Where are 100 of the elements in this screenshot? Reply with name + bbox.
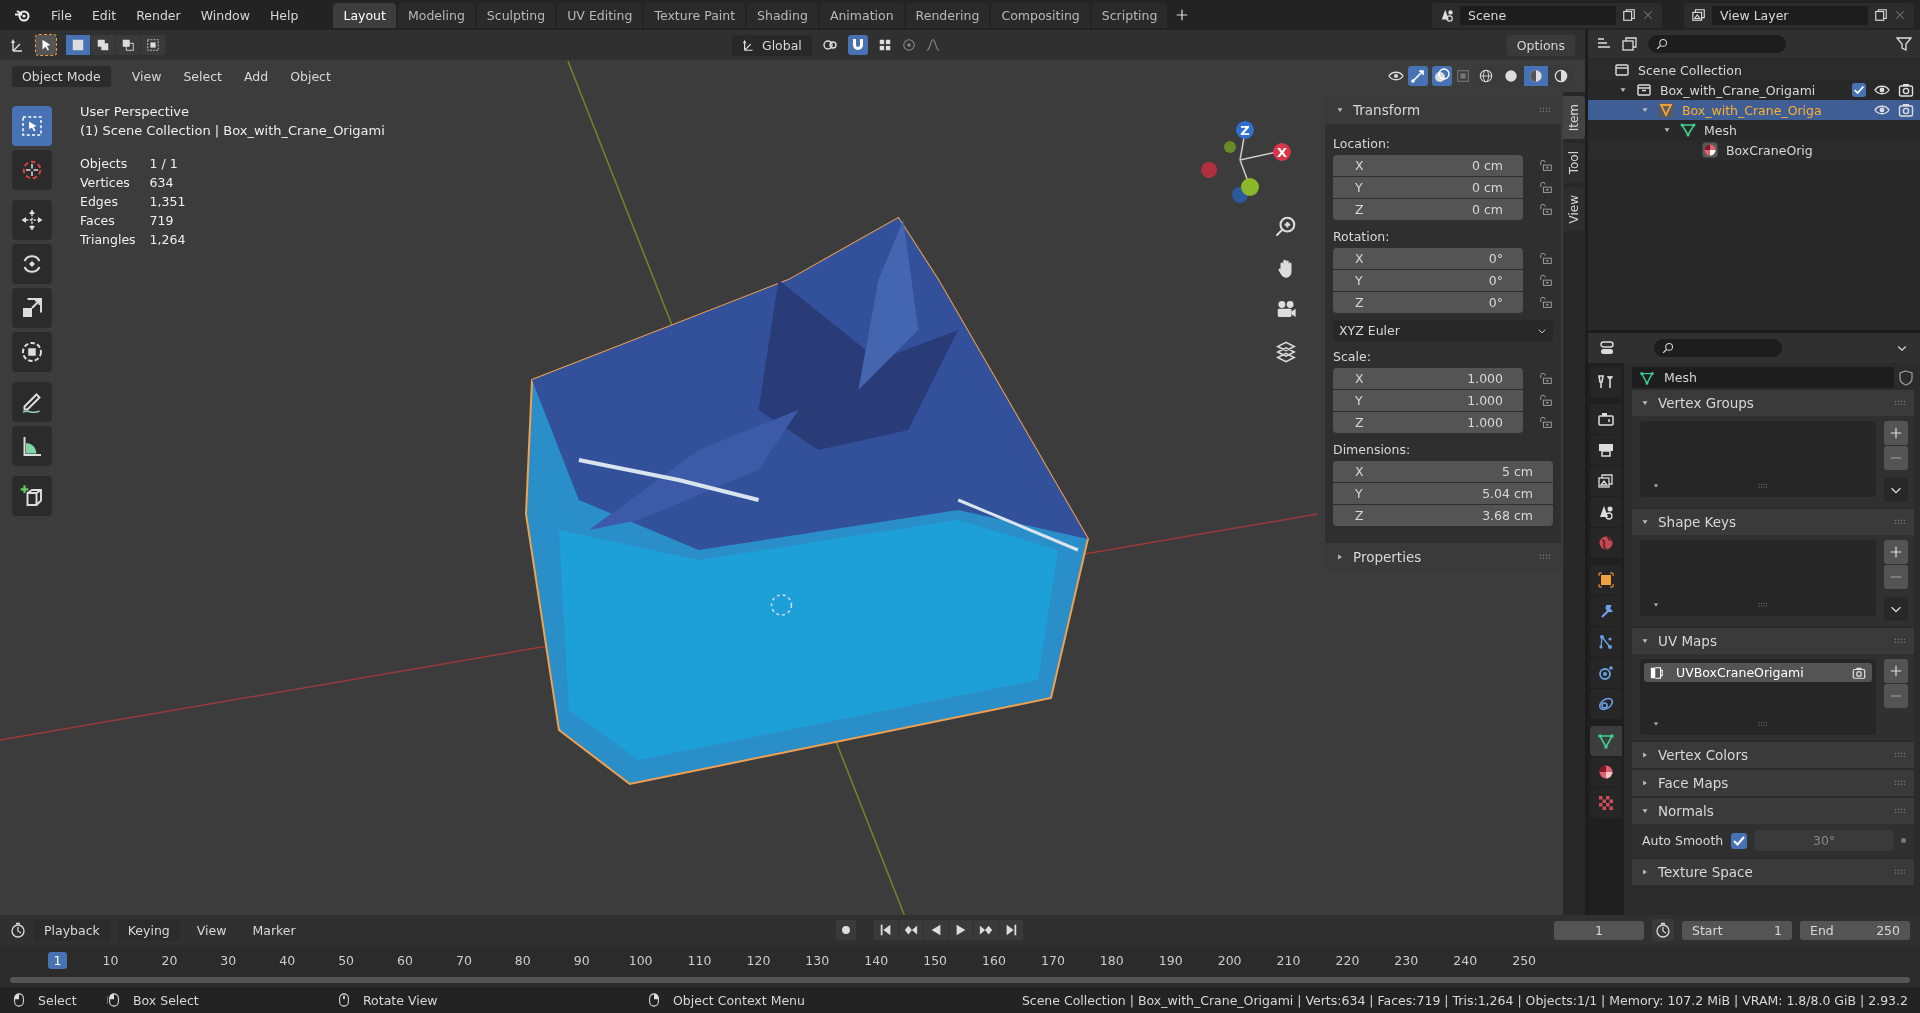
crosshair-icon[interactable] xyxy=(12,150,52,190)
current-frame-field[interactable]: 1 xyxy=(1554,920,1644,940)
checkbox[interactable] xyxy=(1852,83,1866,97)
logo-icon[interactable] xyxy=(14,7,30,23)
sidebar-tab[interactable]: Item xyxy=(1563,96,1585,140)
panel-header[interactable]: Properties xyxy=(1325,543,1561,571)
cursor-tool-icon[interactable] xyxy=(36,35,56,55)
workspace-tab[interactable]: Compositing xyxy=(991,2,1090,28)
filter-icon[interactable] xyxy=(1896,36,1912,52)
copy-icon[interactable] xyxy=(1622,8,1636,22)
add-icon[interactable] xyxy=(1884,659,1908,683)
workspace-tab[interactable]: Scripting xyxy=(1091,2,1168,28)
camera-icon[interactable] xyxy=(1852,665,1866,680)
number-field[interactable]: X 1.000 xyxy=(1333,368,1523,389)
menu-item[interactable]: Help xyxy=(260,3,308,27)
copy-icon[interactable] xyxy=(1874,8,1888,22)
camera-icon[interactable] xyxy=(1898,102,1914,118)
properties-tab[interactable] xyxy=(1590,627,1622,657)
number-field[interactable]: Y 0 cm xyxy=(1333,177,1523,198)
properties-tab[interactable] xyxy=(1590,757,1622,787)
number-field[interactable]: Z 0 cm xyxy=(1333,199,1523,220)
number-field[interactable]: Z 0° xyxy=(1333,292,1523,313)
expand-triangle-icon[interactable] xyxy=(1652,601,1660,609)
list-box[interactable]: UVBoxCraneOrigami xyxy=(1640,659,1876,735)
play-reverse-icon[interactable] xyxy=(923,920,948,940)
add-icon[interactable] xyxy=(1884,421,1908,445)
overlays-icon[interactable] xyxy=(1432,66,1452,86)
gizmo-icon[interactable] xyxy=(1408,66,1428,86)
start-frame-field[interactable]: Start 1 xyxy=(1682,920,1792,940)
intersect-selection-icon[interactable] xyxy=(141,35,165,55)
menu-item[interactable]: Window xyxy=(191,3,259,27)
expand-triangle-icon[interactable] xyxy=(1652,720,1660,728)
lock-icon[interactable] xyxy=(1539,394,1553,408)
grip-icon[interactable] xyxy=(1758,600,1768,610)
properties-tab[interactable] xyxy=(1590,466,1622,496)
play-icon[interactable] xyxy=(948,920,973,940)
number-field[interactable]: X 0° xyxy=(1333,248,1523,269)
menu-item[interactable]: Keying xyxy=(117,919,180,941)
number-field[interactable]: X 0 cm xyxy=(1333,155,1523,176)
workspace-tab[interactable]: Layout xyxy=(333,2,396,28)
add-icon[interactable] xyxy=(1884,540,1908,564)
lock-icon[interactable] xyxy=(1539,159,1553,173)
number-field[interactable]: Z 3.68 cm xyxy=(1333,505,1553,526)
workspace-tab[interactable]: Rendering xyxy=(905,2,990,28)
move-arrows-icon[interactable] xyxy=(12,200,52,240)
workspace-tab[interactable]: Texture Paint xyxy=(644,2,746,28)
properties-tab[interactable] xyxy=(1590,596,1622,626)
camera-icon[interactable] xyxy=(1898,82,1914,98)
menu-item[interactable]: Playback xyxy=(34,919,110,941)
grip-icon[interactable] xyxy=(1758,719,1768,729)
rotation-mode-dropdown[interactable]: XYZ Euler xyxy=(1333,320,1553,341)
workspace-tab[interactable]: Sculpting xyxy=(476,2,556,28)
view-layer-selector[interactable]: View Layer xyxy=(1684,2,1914,28)
lock-icon[interactable] xyxy=(1539,296,1553,310)
panel-header[interactable]: Shape Keys xyxy=(1632,509,1914,535)
menu-item[interactable]: View xyxy=(187,918,236,942)
add-icon[interactable] xyxy=(1175,8,1190,22)
properties-tab[interactable] xyxy=(1590,367,1622,397)
number-field[interactable]: X 5 cm xyxy=(1333,461,1553,482)
pivot-icon[interactable] xyxy=(821,37,838,53)
number-field[interactable]: Z 1.000 xyxy=(1333,412,1523,433)
xray-icon[interactable] xyxy=(1456,69,1470,83)
checkbox[interactable] xyxy=(1731,832,1748,849)
jump-start-icon[interactable] xyxy=(873,920,898,940)
workspace-tab[interactable]: Animation xyxy=(819,2,904,28)
snap-grid-icon[interactable] xyxy=(877,38,892,52)
sidebar-tab[interactable]: View xyxy=(1563,186,1585,232)
navigation-gizmo-drawing[interactable] xyxy=(1201,121,1291,203)
proportional-edit-icon[interactable] xyxy=(901,38,916,52)
transform-icon[interactable] xyxy=(12,332,52,372)
properties-tab[interactable] xyxy=(1590,435,1622,465)
add-cube-icon[interactable] xyxy=(12,476,52,516)
next-keyframe-icon[interactable] xyxy=(973,920,998,940)
scale-icon[interactable] xyxy=(12,288,52,328)
panel-header[interactable]: UV Maps xyxy=(1632,628,1914,654)
close-icon[interactable] xyxy=(1894,9,1906,21)
images-icon[interactable] xyxy=(1622,36,1638,52)
menu-item[interactable]: Add xyxy=(235,64,278,88)
number-field[interactable]: Y 5.04 cm xyxy=(1333,483,1553,504)
outliner-row[interactable]: Mesh xyxy=(1588,120,1920,140)
lock-icon[interactable] xyxy=(1539,181,1553,195)
search-field[interactable] xyxy=(1648,35,1786,53)
lock-icon[interactable] xyxy=(1539,274,1553,288)
properties-tab[interactable] xyxy=(1590,658,1622,688)
properties-tab[interactable] xyxy=(1590,726,1622,756)
new-selection-icon[interactable] xyxy=(66,35,90,55)
end-frame-field[interactable]: End 250 xyxy=(1800,920,1910,940)
number-field[interactable]: Y 1.000 xyxy=(1333,390,1523,411)
lock-icon[interactable] xyxy=(1539,416,1553,430)
panel-header[interactable]: Normals xyxy=(1632,798,1914,824)
mode-dropdown[interactable]: Object Mode xyxy=(12,65,111,87)
list-item[interactable]: UVBoxCraneOrigami xyxy=(1644,663,1872,682)
shield-icon[interactable] xyxy=(1898,369,1914,386)
keyframe-dot-icon[interactable] xyxy=(1901,838,1906,843)
properties-tab[interactable] xyxy=(1590,689,1622,719)
scene-selector[interactable]: Scene xyxy=(1432,2,1662,28)
menu-item[interactable]: View xyxy=(122,64,171,88)
jump-end-icon[interactable] xyxy=(998,920,1023,940)
menu-item[interactable]: Edit xyxy=(82,3,126,27)
panel-header[interactable]: Face Maps xyxy=(1632,770,1914,796)
